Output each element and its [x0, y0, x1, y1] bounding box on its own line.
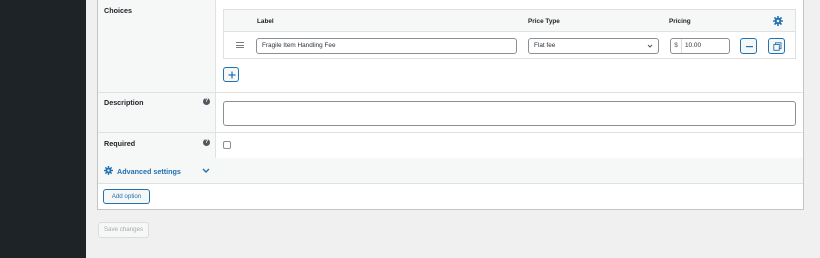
minus-icon: [746, 46, 753, 48]
currency-symbol: $: [671, 39, 682, 53]
question-circle-icon[interactable]: ?: [203, 98, 210, 105]
price-type-value: Flat fee: [534, 42, 556, 49]
add-option-button[interactable]: Add option: [103, 189, 150, 204]
admin-sidebar: [0, 0, 86, 258]
row-divider: [98, 92, 803, 93]
column-price-type: Price Type: [528, 18, 560, 25]
add-choice-button[interactable]: [223, 67, 239, 82]
gear-icon[interactable]: [773, 16, 783, 26]
chevron-down-icon: [202, 168, 210, 173]
required-label: Required: [104, 139, 136, 148]
save-changes-button[interactable]: Save changes: [98, 222, 149, 238]
choices-table: Label Price Type Pricing Fragile Item Ha…: [223, 9, 796, 59]
remove-choice-button[interactable]: [740, 38, 757, 54]
choice-label-input[interactable]: Fragile Item Handling Fee: [256, 38, 517, 54]
plus-icon: [228, 71, 235, 79]
advanced-settings-label: Advanced settings: [117, 167, 181, 176]
gear-icon: [104, 166, 113, 175]
choices-label: Choices: [104, 6, 132, 15]
choices-table-header: Label Price Type Pricing: [224, 10, 795, 32]
price-type-select[interactable]: Flat fee: [528, 38, 659, 54]
advanced-settings-toggle[interactable]: Advanced settings: [98, 158, 803, 183]
description-label: Description: [104, 98, 144, 107]
row-divider: [98, 183, 803, 184]
chevron-down-icon: [647, 44, 653, 48]
column-pricing: Pricing: [669, 18, 691, 25]
price-value: 10.00: [685, 42, 701, 49]
row-divider: [98, 132, 803, 133]
column-label: Label: [257, 18, 274, 25]
required-checkbox[interactable]: [223, 141, 231, 149]
price-input[interactable]: $ 10.00: [670, 38, 730, 54]
copy-icon: [773, 42, 782, 51]
drag-handle-icon[interactable]: [236, 42, 244, 48]
duplicate-choice-button[interactable]: [768, 38, 785, 54]
description-textarea[interactable]: [223, 101, 796, 126]
question-circle-icon[interactable]: ?: [203, 139, 210, 146]
